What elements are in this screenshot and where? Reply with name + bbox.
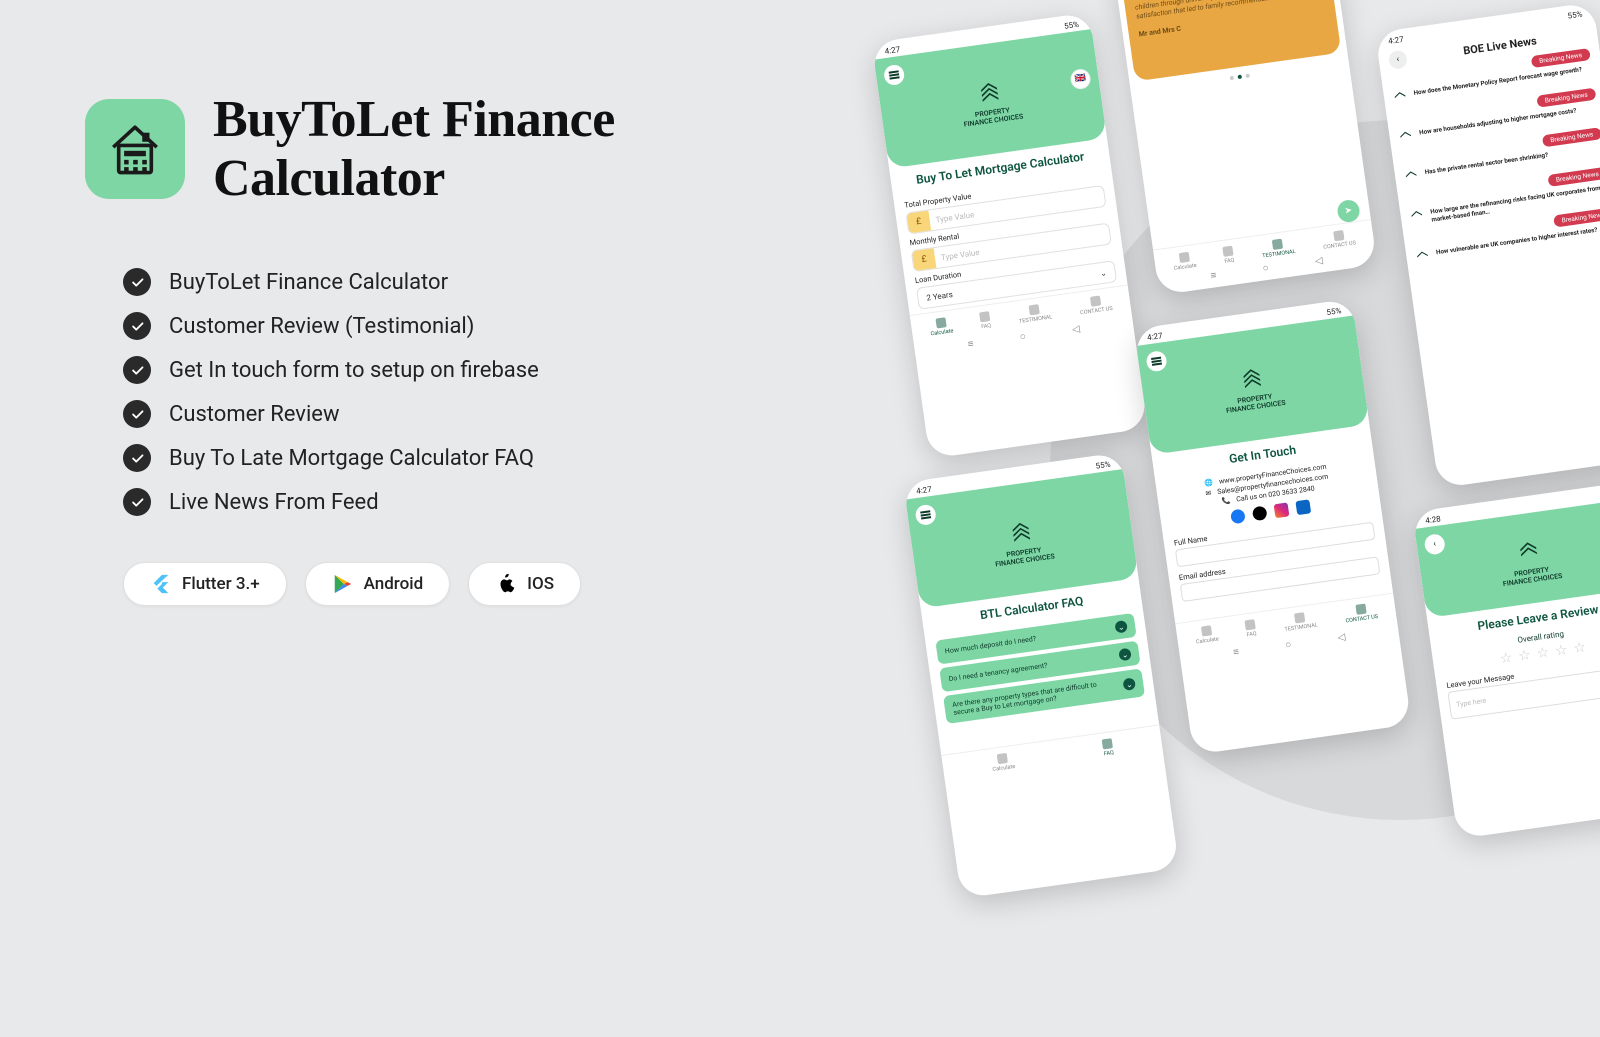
menu-button[interactable] bbox=[1145, 350, 1168, 373]
phone-news: 4:2755% ‹ BOE Live News Breaking News Ho… bbox=[1375, 2, 1600, 488]
nav-calculate[interactable]: Calculate bbox=[929, 316, 954, 337]
android-label: Android bbox=[364, 574, 424, 594]
nav-testimonial[interactable]: TESTIMONAL bbox=[1017, 302, 1053, 324]
brand-icon bbox=[976, 79, 1003, 106]
brand-icon bbox=[1402, 169, 1420, 187]
send-button[interactable]: ➤ bbox=[1336, 199, 1361, 224]
news-badge: Breaking News bbox=[1553, 207, 1600, 227]
linkedin-icon[interactable] bbox=[1295, 499, 1311, 515]
brand-icon bbox=[1008, 519, 1035, 546]
flutter-icon bbox=[150, 573, 172, 595]
phone-mockups: 4:2755% 🇬🇧 PROPERTY FINANCE CHOICES Buy … bbox=[828, 0, 1600, 1037]
check-icon bbox=[123, 400, 151, 428]
chevron-down-icon: ⌄ bbox=[1118, 648, 1132, 662]
status-battery: 55% bbox=[1064, 20, 1080, 31]
house-calculator-icon bbox=[106, 120, 164, 178]
flutter-label: Flutter 3.+ bbox=[182, 574, 260, 594]
brand-logo: PROPERTYFINANCE CHOICES bbox=[990, 517, 1055, 569]
feature-text: Get In touch form to setup on firebase bbox=[169, 358, 539, 383]
tech-badge-row: Flutter 3.+ Android IOS bbox=[85, 562, 805, 606]
menu-button[interactable] bbox=[914, 504, 937, 527]
phone-testimonial: Refinancing their mortgage-free residenc… bbox=[1113, 0, 1377, 295]
nav-calculate[interactable]: Calculate bbox=[1194, 624, 1219, 645]
feature-item: Customer Review bbox=[123, 400, 805, 428]
feature-list: BuyToLet Finance Calculator Customer Rev… bbox=[85, 268, 805, 516]
ios-label: IOS bbox=[527, 574, 554, 594]
nav-faq[interactable]: FAQ bbox=[1102, 738, 1114, 757]
feature-item: Live News From Feed bbox=[123, 488, 805, 516]
feature-text: BuyToLet Finance Calculator bbox=[169, 270, 448, 295]
nav-testimonial[interactable]: TESTIMONAL bbox=[1282, 611, 1318, 633]
instagram-icon[interactable] bbox=[1274, 502, 1290, 518]
feature-item: Buy To Late Mortgage Calculator FAQ bbox=[123, 444, 805, 472]
back-button[interactable]: ‹ bbox=[1423, 533, 1446, 556]
nav-faq[interactable]: FAQ bbox=[1222, 246, 1234, 265]
check-icon bbox=[123, 444, 151, 472]
app-icon bbox=[85, 99, 185, 199]
feature-text: Customer Review (Testimonial) bbox=[169, 314, 474, 339]
select-value: 2 Years bbox=[926, 290, 953, 303]
facebook-icon[interactable] bbox=[1230, 509, 1246, 525]
status-time: 4:27 bbox=[884, 45, 901, 56]
menu-button[interactable] bbox=[883, 64, 906, 87]
globe-icon: 🌐 bbox=[1204, 479, 1214, 488]
x-icon[interactable] bbox=[1252, 505, 1268, 521]
check-icon bbox=[123, 356, 151, 384]
hero-row: BuyToLet Finance Calculator bbox=[85, 90, 805, 208]
chevron-down-icon: ⌄ bbox=[1114, 620, 1128, 634]
phone-calculator: 4:2755% 🇬🇧 PROPERTY FINANCE CHOICES Buy … bbox=[871, 12, 1147, 459]
language-button[interactable]: 🇬🇧 bbox=[1069, 68, 1092, 91]
feature-text: Buy To Late Mortgage Calculator FAQ bbox=[169, 446, 534, 471]
brand-icon bbox=[1515, 539, 1542, 566]
feature-item: BuyToLet Finance Calculator bbox=[123, 268, 805, 296]
star-icon[interactable]: ☆ bbox=[1517, 647, 1532, 665]
phone-contact: 4:2755% PROPERTYFINANCE CHOICES Get In T… bbox=[1134, 298, 1412, 754]
nav-contact[interactable]: CONTACT US bbox=[1078, 294, 1113, 316]
feature-item: Get In touch form to setup on firebase bbox=[123, 356, 805, 384]
star-icon[interactable]: ☆ bbox=[1572, 639, 1587, 657]
nav-faq[interactable]: FAQ bbox=[1245, 619, 1257, 638]
flutter-badge: Flutter 3.+ bbox=[123, 562, 287, 606]
nav-contact[interactable]: CONTACT US bbox=[1344, 602, 1379, 624]
currency-symbol: £ bbox=[912, 248, 937, 271]
check-icon bbox=[123, 268, 151, 296]
marketing-panel: BuyToLet Finance Calculator BuyToLet Fin… bbox=[85, 90, 805, 606]
play-icon bbox=[332, 573, 354, 595]
ios-badge: IOS bbox=[468, 562, 581, 606]
back-button[interactable]: ‹ bbox=[1388, 50, 1408, 70]
mail-icon: ✉ bbox=[1205, 489, 1212, 498]
brand-icon bbox=[1397, 129, 1415, 147]
feature-item: Customer Review (Testimonial) bbox=[123, 312, 805, 340]
android-badge: Android bbox=[305, 562, 451, 606]
currency-symbol: £ bbox=[907, 211, 932, 234]
brand-icon bbox=[1391, 90, 1409, 108]
brand-icon bbox=[1414, 249, 1432, 267]
star-icon[interactable]: ☆ bbox=[1499, 650, 1514, 668]
nav-faq[interactable]: FAQ bbox=[979, 311, 991, 330]
brand-logo: PROPERTYFINANCE CHOICES bbox=[1221, 363, 1286, 415]
bottom-nav: Calculate FAQ bbox=[941, 724, 1163, 782]
check-icon bbox=[123, 312, 151, 340]
nav-calculate[interactable]: Calculate bbox=[991, 752, 1016, 773]
brand-logo: PROPERTYFINANCE CHOICES bbox=[1497, 536, 1562, 588]
chevron-down-icon: ⌄ bbox=[1122, 677, 1136, 691]
brand-icon bbox=[1408, 209, 1426, 227]
brand-logo: PROPERTY FINANCE CHOICES bbox=[958, 77, 1023, 129]
apple-icon bbox=[495, 573, 517, 595]
brand-icon bbox=[1238, 366, 1265, 393]
hero-title: BuyToLet Finance Calculator bbox=[213, 90, 805, 208]
feature-text: Live News From Feed bbox=[169, 490, 379, 515]
phone-faq: 4:2755% PROPERTYFINANCE CHOICES BTL Calc… bbox=[903, 452, 1179, 899]
phone-review: 4:2855% ‹ PROPERTYFINANCE CHOICES Please… bbox=[1412, 482, 1600, 839]
phone-icon: 📞 bbox=[1221, 496, 1231, 505]
check-icon bbox=[123, 488, 151, 516]
feature-text: Customer Review bbox=[169, 402, 340, 427]
star-icon[interactable]: ☆ bbox=[1536, 645, 1551, 663]
chevron-down-icon: ⌄ bbox=[1099, 268, 1107, 278]
star-icon[interactable]: ☆ bbox=[1554, 642, 1569, 660]
